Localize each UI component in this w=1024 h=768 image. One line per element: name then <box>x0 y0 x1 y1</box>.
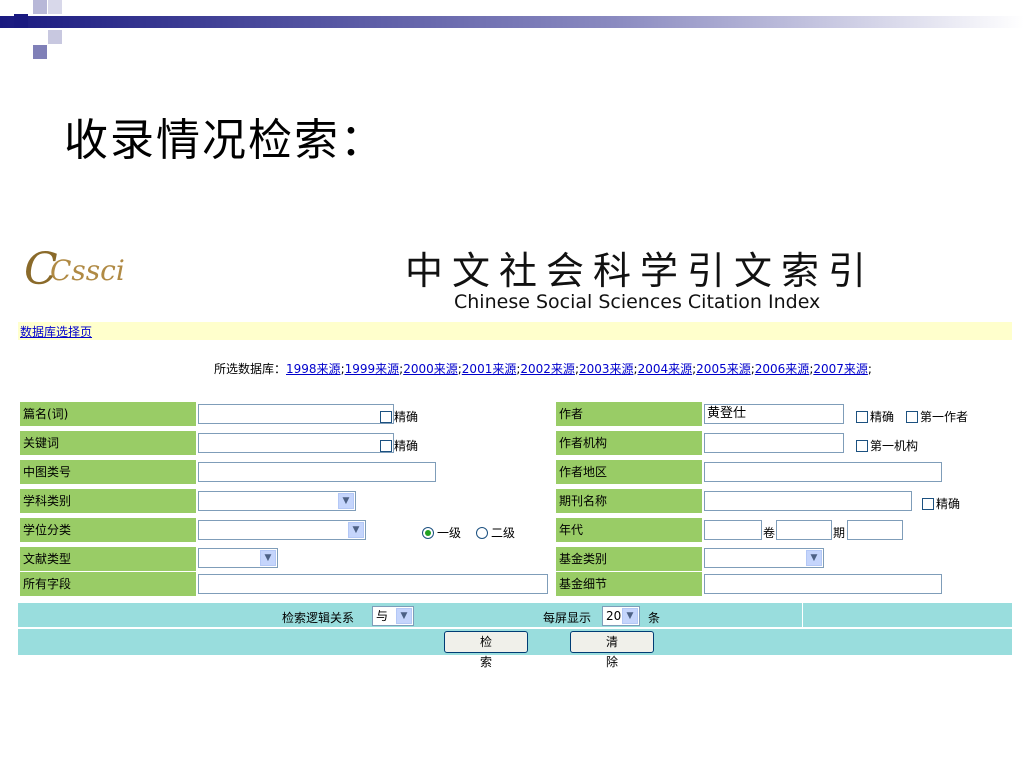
nav-bar: 数据库选择页 <box>18 322 1012 340</box>
journal-exact-checkbox[interactable]: 精确 <box>922 495 960 512</box>
clc-input[interactable] <box>198 462 436 482</box>
subject-label: 学科类别 <box>20 489 196 513</box>
author-org-input[interactable] <box>704 433 844 453</box>
db-link[interactable]: 1999来源 <box>345 362 400 376</box>
author-region-label: 作者地区 <box>556 460 702 484</box>
per-page-unit: 条 <box>648 611 661 625</box>
volume-label: 卷 <box>763 526 776 540</box>
chevron-down-icon: ▼ <box>806 550 822 566</box>
degree-select[interactable]: ▼ <box>198 520 366 540</box>
keywords-label: 关键词 <box>20 431 196 455</box>
options-bar <box>18 603 1012 627</box>
selected-databases: 所选数据库：1998来源;1999来源;2000来源;2001来源;2002来源… <box>214 362 872 376</box>
fund-category-label: 基金类别 <box>556 547 702 571</box>
author-input[interactable]: 黄登仕 <box>704 404 844 424</box>
db-link[interactable]: 2001来源 <box>462 362 517 376</box>
radio-icon <box>476 526 488 539</box>
db-link[interactable]: 2000来源 <box>403 362 458 376</box>
year-input[interactable] <box>704 520 762 540</box>
radio-level1[interactable]: 一级 <box>422 524 461 541</box>
per-page-select[interactable]: 20 ▼ <box>602 606 640 626</box>
allfields-input[interactable] <box>198 574 548 594</box>
title-label: 篇名(词) <box>20 402 196 426</box>
author-exact-checkbox[interactable]: 精确 <box>856 408 894 425</box>
allfields-label: 所有字段 <box>20 572 196 596</box>
doctype-label: 文献类型 <box>20 547 196 571</box>
db-link[interactable]: 2007来源 <box>813 362 868 376</box>
clear-button[interactable]: 清 除 <box>570 631 654 669</box>
corner-decoration <box>0 0 1024 62</box>
checkbox-box <box>922 497 934 510</box>
db-prefix: 所选数据库： <box>214 362 287 376</box>
db-link[interactable]: 2005来源 <box>696 362 751 376</box>
bar-divider <box>802 603 803 627</box>
svg-text:Cssci: Cssci <box>50 254 125 287</box>
checkbox-box <box>856 410 868 423</box>
slide-title: 收录情况检索： <box>64 115 386 166</box>
db-link[interactable]: 2006来源 <box>755 362 810 376</box>
keywords-exact-checkbox[interactable]: 精确 <box>380 437 418 454</box>
keywords-input[interactable] <box>198 433 394 453</box>
issue-label: 期 <box>833 526 846 540</box>
chevron-down-icon: ▼ <box>260 550 276 566</box>
subject-select[interactable]: ▼ <box>198 491 356 511</box>
database-select-link[interactable]: 数据库选择页 <box>20 323 92 340</box>
first-author-checkbox[interactable]: 第一作者 <box>906 408 968 425</box>
checkbox-box <box>380 410 392 423</box>
clc-label: 中图类号 <box>20 460 196 484</box>
checkbox-box <box>856 439 868 452</box>
author-org-label: 作者机构 <box>556 431 702 455</box>
journal-label: 期刊名称 <box>556 489 702 513</box>
chinese-title: 中文社会科学引文索引 <box>405 249 876 293</box>
chevron-down-icon: ▼ <box>348 522 364 538</box>
checkbox-box <box>906 410 918 423</box>
issue-input[interactable] <box>847 520 903 540</box>
per-page-label: 每屏显示 <box>543 611 592 625</box>
doctype-select[interactable]: ▼ <box>198 548 278 568</box>
cssci-logo: C Cssci <box>20 244 140 304</box>
english-title: Chinese Social Sciences Citation Index <box>454 291 821 313</box>
first-org-checkbox[interactable]: 第一机构 <box>856 437 918 454</box>
fund-detail-input[interactable] <box>704 574 942 594</box>
title-input[interactable] <box>198 404 394 424</box>
logic-label: 检索逻辑关系 <box>282 611 355 625</box>
volume-input[interactable] <box>776 520 832 540</box>
radio-level2[interactable]: 二级 <box>476 524 515 541</box>
year-label: 年代 <box>556 518 702 542</box>
radio-selected-icon <box>422 526 434 539</box>
degree-label: 学位分类 <box>20 518 196 542</box>
title-exact-checkbox[interactable]: 精确 <box>380 408 418 425</box>
db-link[interactable]: 2002来源 <box>520 362 575 376</box>
logic-select[interactable]: 与 ▼ <box>372 606 414 626</box>
db-link[interactable]: 2003来源 <box>579 362 634 376</box>
search-button[interactable]: 检 索 <box>444 631 528 669</box>
db-link[interactable]: 2004来源 <box>638 362 693 376</box>
chevron-down-icon: ▼ <box>338 493 354 509</box>
db-link[interactable]: 1998来源 <box>286 362 341 376</box>
author-region-input[interactable] <box>704 462 942 482</box>
author-label: 作者 <box>556 402 702 426</box>
checkbox-box <box>380 439 392 452</box>
fund-detail-label: 基金细节 <box>556 572 702 596</box>
chevron-down-icon: ▼ <box>396 608 412 624</box>
journal-input[interactable] <box>704 491 912 511</box>
fund-category-select[interactable]: ▼ <box>704 548 824 568</box>
chevron-down-icon: ▼ <box>622 608 638 624</box>
